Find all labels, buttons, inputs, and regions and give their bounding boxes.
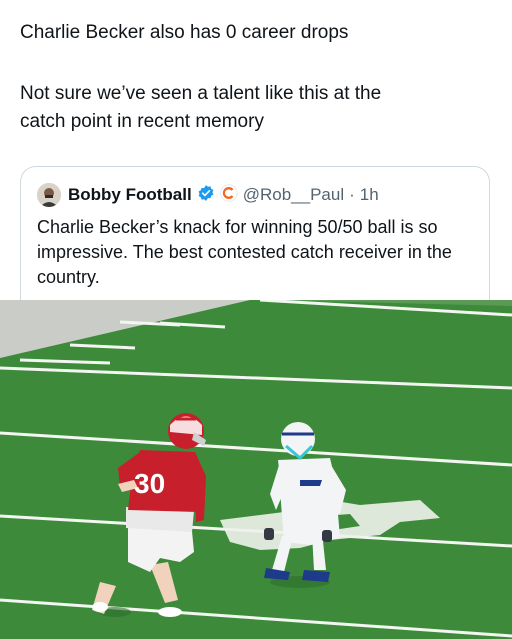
quoted-post-header: Bobby Football @Rob__Paul · 1h [37,183,379,207]
jersey-number: 30 [134,468,165,499]
post-video-frame[interactable]: 30 [0,300,512,639]
team-logo-icon [220,183,238,207]
header-separator: · [349,185,355,204]
quoted-post-card[interactable]: Bobby Football @Rob__Paul · 1h Charlie B… [20,166,490,300]
post-text-line-1: Charlie Becker also has 0 career drops [20,22,349,43]
verified-badge-icon [197,184,215,207]
post-text-line-3: catch point in recent memory [20,111,264,132]
author-name[interactable]: Bobby Football [68,185,192,205]
post-time[interactable]: 1h [360,185,379,205]
football-field-scene: 30 [0,300,512,639]
post-text-line-2: Not sure we’ve seen a talent like this a… [20,83,382,104]
author-avatar[interactable] [37,183,61,207]
author-handle[interactable]: @Rob__Paul [243,185,344,205]
quoted-post-text: Charlie Becker’s knack for winning 50/50… [37,217,452,287]
post-text-paragraph-2: Not sure we’ve seen a talent like this a… [20,80,490,136]
